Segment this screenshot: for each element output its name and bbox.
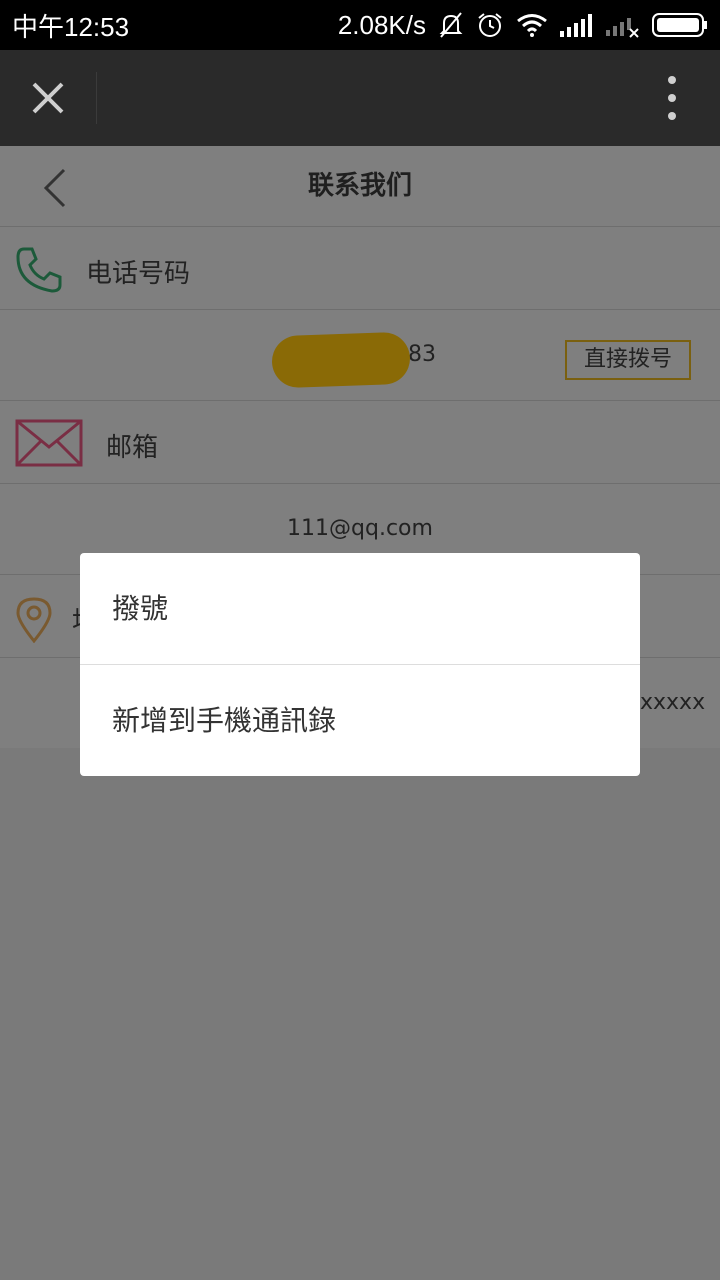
phone-label-row: 电话号码 [0,227,720,310]
status-bar: 中午12:53 2.08K/s [0,0,720,50]
email-label-row: 邮箱 [0,401,720,484]
more-vertical-icon[interactable] [664,74,680,122]
dial-button[interactable]: 直接拨号 [565,340,691,380]
phone-action-dialog: 撥號 新增到手機通訊錄 [80,553,640,776]
email-value[interactable]: 111@qq.com [0,516,720,541]
page-title: 联系我们 [307,171,412,201]
battery-icon [652,13,707,37]
phone-icon [16,247,62,293]
mute-bell-icon [439,12,463,38]
browser-toolbar [0,50,720,146]
phone-number[interactable]: 83 [408,342,436,367]
mail-icon [15,419,83,467]
toolbar-divider [96,72,97,124]
email-label: 邮箱 [106,433,159,463]
status-icons: 2.08K/s [338,10,708,41]
phone-label: 电话号码 [86,259,191,289]
wifi-icon [517,14,547,37]
signal-no-service-icon [606,18,639,38]
alarm-icon [478,13,502,37]
close-icon[interactable] [26,76,70,120]
location-pin-icon [16,597,52,643]
dialog-item-dial[interactable]: 撥號 [80,553,640,664]
dialog-item-add-contact[interactable]: 新增到手機通訊錄 [80,665,640,776]
status-time: 中午12:53 [12,11,130,42]
network-speed: 2.08K/s [337,9,426,40]
page-header: 联系我们 [0,146,720,227]
redaction-mark [271,331,411,389]
signal-icon [560,14,592,37]
address-value[interactable]: xxxxx [640,690,705,715]
